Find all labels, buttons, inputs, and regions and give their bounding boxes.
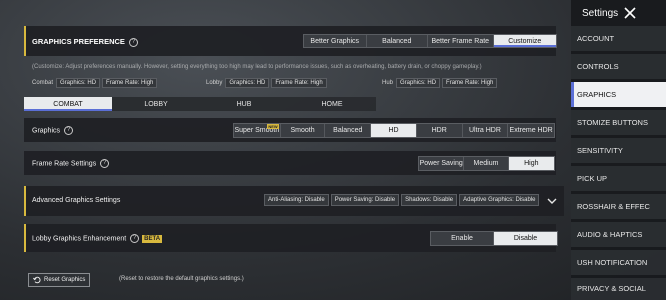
- graphics-quality-selector: Super Smooth NEW Smooth Balanced HD HDR …: [233, 123, 555, 138]
- sidebar-item-pick-up[interactable]: PICK UP: [571, 166, 666, 191]
- chip-shadows: Shadows: Disable: [401, 194, 458, 206]
- graphics-extreme-hdr[interactable]: Extreme HDR: [508, 124, 554, 137]
- graphics-smooth[interactable]: Smooth: [281, 124, 326, 137]
- sidebar-item-audio-haptics[interactable]: AUDIO & HAPTICS: [571, 222, 666, 247]
- framerate-medium[interactable]: Medium: [464, 157, 509, 170]
- summary-lobby: Lobby Graphics: HD Frame Rate: High: [206, 78, 329, 88]
- reset-note: (Reset to restore the default graphics s…: [119, 276, 244, 282]
- graphics-preference-title: GRAPHICS PREFERENCE?: [32, 37, 138, 47]
- help-icon[interactable]: ?: [128, 37, 138, 47]
- graphics-preference-title-text: GRAPHICS PREFERENCE: [32, 37, 125, 46]
- graphics-balanced[interactable]: Balanced: [325, 124, 372, 137]
- advanced-graphics-label: Advanced Graphics Settings: [32, 197, 121, 204]
- preference-better-frame-rate[interactable]: Better Frame Rate: [428, 35, 494, 47]
- graphics-super-smooth[interactable]: Super Smooth NEW: [234, 124, 281, 137]
- summary-combat-framerate: Frame Rate: High: [102, 78, 158, 88]
- graphics-quality-label: Graphics?: [32, 126, 74, 135]
- summary-combat: Combat Graphics: HD Frame Rate: High: [32, 78, 159, 88]
- frame-rate-selector: Power Saving Medium High: [418, 156, 555, 171]
- graphics-quality-row: Graphics? Super Smooth NEW Smooth Balanc…: [24, 118, 556, 142]
- sidebar-title: Settings: [582, 8, 619, 19]
- graphics-hdr[interactable]: HDR: [417, 124, 463, 137]
- chip-anti-aliasing: Anti-Aliasing: Disable: [264, 194, 329, 206]
- reset-graphics-button[interactable]: Reset Graphics: [28, 273, 91, 287]
- sidebar-item-graphics[interactable]: GRAPHICS: [571, 82, 666, 107]
- summary-lobby-framerate: Frame Rate: High: [271, 78, 327, 88]
- lobby-enhancement-label: Lobby Graphics Enhancement? BETA: [32, 234, 163, 243]
- graphics-ultra-hdr[interactable]: Ultra HDR: [463, 124, 509, 137]
- sidebar-item-push-notification[interactable]: USH NOTIFICATION: [571, 250, 666, 275]
- summary-combat-label: Combat: [32, 80, 54, 86]
- help-icon[interactable]: ?: [64, 126, 74, 135]
- chevron-down-icon[interactable]: [547, 196, 557, 206]
- summary-lobby-label: Lobby: [206, 80, 223, 86]
- reset-icon: [33, 276, 41, 284]
- close-icon[interactable]: [623, 6, 637, 20]
- beta-badge: BETA: [142, 234, 163, 243]
- lobby-enhancement-row: Lobby Graphics Enhancement? BETA Enable D…: [24, 224, 558, 252]
- customize-note: (Customize: Adjust preferences manually.…: [32, 64, 482, 70]
- summary-hub: Hub Graphics: HD Frame Rate: High: [382, 78, 499, 88]
- tab-lobby[interactable]: LOBBY: [112, 97, 200, 111]
- summary-combat-graphics: Graphics: HD: [56, 78, 101, 88]
- sidebar-item-privacy-social[interactable]: PRIVACY & SOCIAL: [571, 278, 666, 300]
- chip-power-saving: Power Saving: Disable: [330, 194, 400, 206]
- tab-hub[interactable]: HUB: [200, 97, 288, 111]
- chip-adaptive-graphics: Adaptive Graphics: Disable: [459, 194, 540, 206]
- sidebar-item-customize-buttons[interactable]: STOMIZE BUTTONS: [571, 110, 666, 135]
- preference-balanced[interactable]: Balanced: [367, 35, 429, 47]
- graphics-hd[interactable]: HD: [371, 124, 417, 137]
- lobby-enhancement-selector: Enable Disable: [430, 231, 558, 246]
- sidebar-item-controls[interactable]: CONTROLS: [571, 54, 666, 79]
- settings-sidebar: Settings ACCOUNT CONTROLS GRAPHICS STOMI…: [571, 0, 666, 300]
- frame-rate-label: Frame Rate Settings?: [32, 159, 110, 168]
- mode-tabs: COMBAT LOBBY HUB HOME: [24, 97, 556, 111]
- advanced-graphics-chips: Anti-Aliasing: Disable Power Saving: Dis…: [264, 194, 541, 206]
- framerate-high[interactable]: High: [508, 157, 554, 170]
- summary-lobby-graphics: Graphics: HD: [225, 78, 270, 88]
- graphics-settings-panel: GRAPHICS PREFERENCE? Better Graphics Bal…: [24, 26, 564, 300]
- graphics-quality-label-text: Graphics: [32, 127, 61, 135]
- summary-hub-label: Hub: [382, 80, 394, 86]
- lobby-enhancement-disable[interactable]: Disable: [494, 232, 557, 245]
- tab-combat[interactable]: COMBAT: [24, 97, 112, 111]
- graphics-preference-selector: Better Graphics Balanced Better Frame Ra…: [303, 34, 557, 48]
- help-icon[interactable]: ?: [100, 159, 110, 168]
- summary-hub-graphics: Graphics: HD: [396, 78, 441, 88]
- lobby-enhancement-label-text: Lobby Graphics Enhancement: [32, 235, 127, 243]
- frame-rate-label-text: Frame Rate Settings: [32, 160, 97, 168]
- sidebar-item-account[interactable]: ACCOUNT: [571, 26, 666, 51]
- sidebar-item-crosshair-effects[interactable]: ROSSHAIR & EFFEC: [571, 194, 666, 219]
- preference-customize[interactable]: Customize: [493, 35, 556, 47]
- new-badge: NEW: [267, 124, 279, 129]
- frame-rate-row: Frame Rate Settings? Power Saving Medium…: [24, 151, 556, 175]
- preference-better-graphics[interactable]: Better Graphics: [304, 35, 367, 47]
- help-icon[interactable]: ?: [130, 234, 140, 243]
- lobby-enhancement-enable[interactable]: Enable: [431, 232, 495, 245]
- framerate-power-saving[interactable]: Power Saving: [419, 157, 465, 170]
- graphics-preference-card: GRAPHICS PREFERENCE? Better Graphics Bal…: [24, 26, 557, 56]
- advanced-graphics-row[interactable]: Advanced Graphics Settings Anti-Aliasing…: [24, 186, 564, 216]
- reset-graphics-label: Reset Graphics: [44, 277, 86, 283]
- summary-hub-framerate: Frame Rate: High: [442, 78, 498, 88]
- tab-home[interactable]: HOME: [288, 97, 376, 111]
- sidebar-item-sensitivity[interactable]: SENSITIVITY: [571, 138, 666, 163]
